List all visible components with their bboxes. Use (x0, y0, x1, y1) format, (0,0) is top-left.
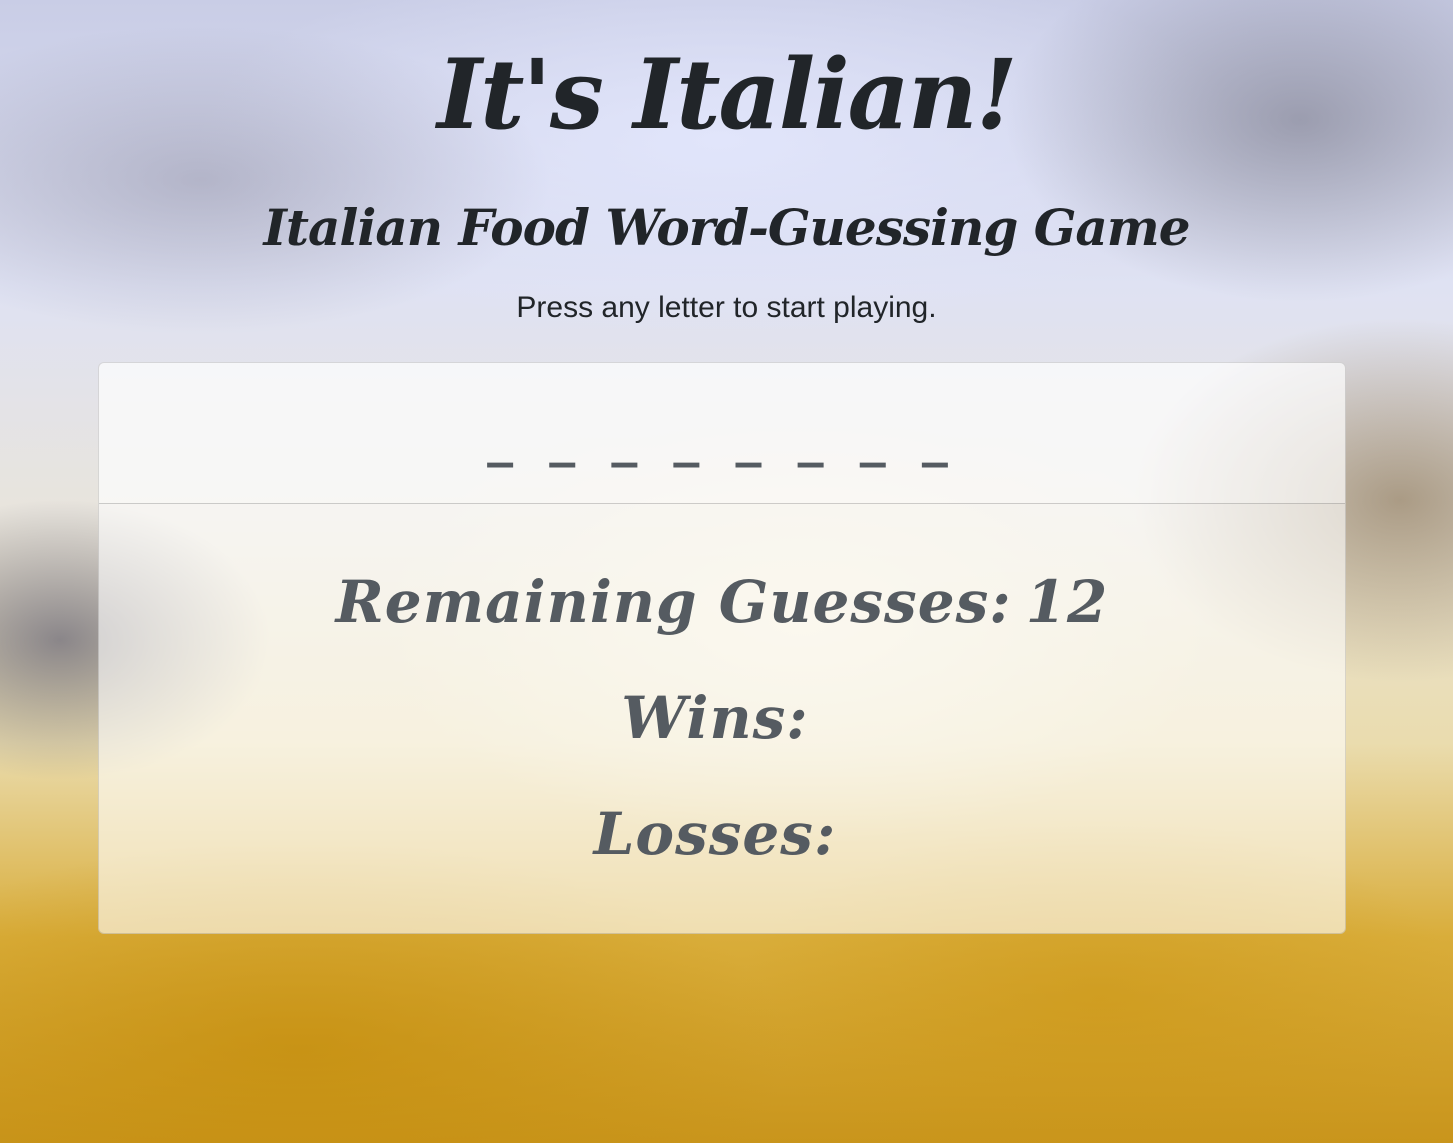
wins-stat: Wins: (99, 660, 1345, 776)
remaining-guesses-value: 12 (1025, 568, 1109, 636)
page-title: It's Italian! (437, 38, 1018, 151)
remaining-guesses-label: Remaining Guesses: (335, 568, 1012, 636)
remaining-guesses-stat: Remaining Guesses: 12 (99, 544, 1345, 660)
instruction-text: Press any letter to start playing. (516, 291, 937, 324)
word-blanks: _ _ _ _ _ _ _ _ (487, 406, 957, 468)
losses-stat: Losses: (99, 776, 1345, 892)
stats-panel: Remaining Guesses: 12 Wins: Losses: (99, 504, 1345, 892)
losses-label: Losses: (593, 800, 837, 868)
page-subtitle: Italian Food Word-Guessing Game (263, 198, 1190, 257)
game-card: _ _ _ _ _ _ _ _ Remaining Guesses: 12 Win… (98, 362, 1346, 934)
word-display-header: _ _ _ _ _ _ _ _ (99, 363, 1345, 504)
wins-label: Wins: (621, 684, 809, 752)
